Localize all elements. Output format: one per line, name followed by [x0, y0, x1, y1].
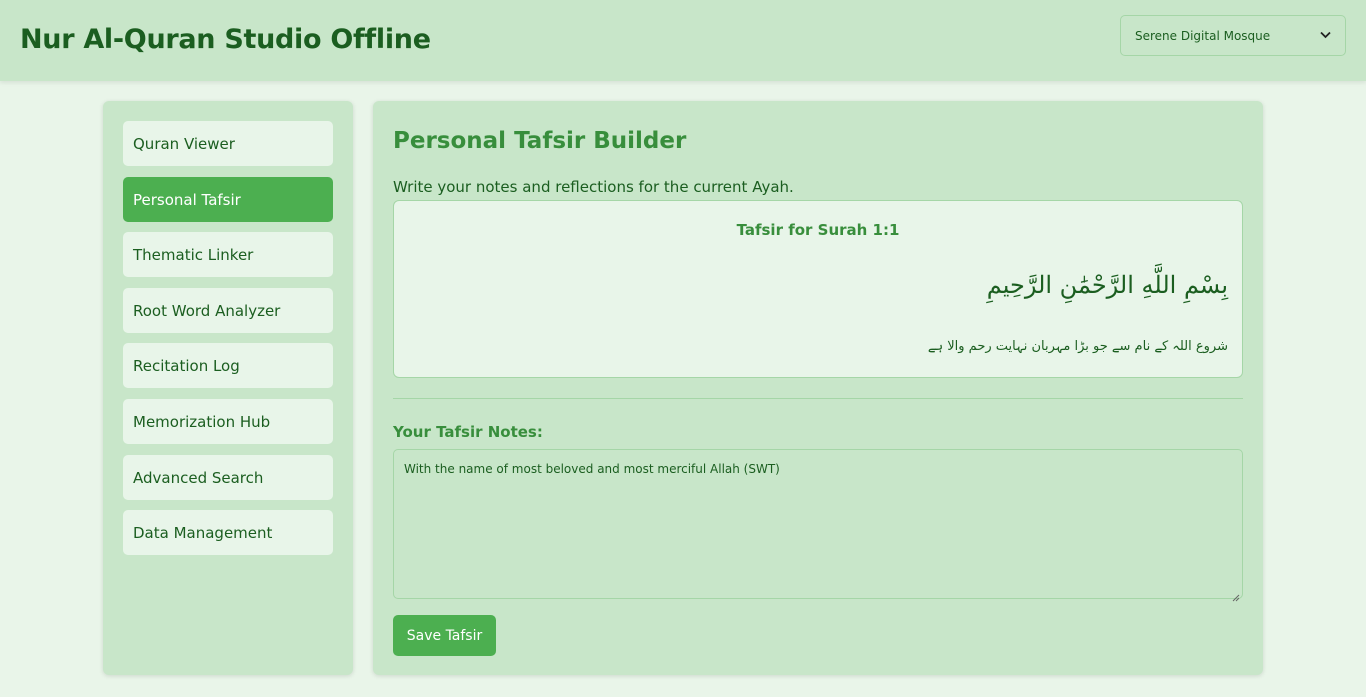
- theme-select[interactable]: Serene Digital Mosque: [1120, 15, 1346, 56]
- sidebar-item-advanced-search[interactable]: Advanced Search: [123, 455, 333, 500]
- tafsir-notes-textarea[interactable]: With the name of most beloved and most m…: [393, 449, 1243, 599]
- sidebar: Quran Viewer Personal Tafsir Thematic Li…: [103, 101, 353, 675]
- divider: [393, 398, 1243, 399]
- app-title: Nur Al-Quran Studio Offline: [20, 24, 431, 55]
- sidebar-item-label: Data Management: [133, 523, 273, 542]
- ayah-heading: Tafsir for Surah 1:1: [736, 221, 900, 239]
- sidebar-item-label: Recitation Log: [133, 356, 240, 375]
- sidebar-item-label: Quran Viewer: [133, 134, 235, 153]
- sidebar-item-thematic-linker[interactable]: Thematic Linker: [123, 232, 333, 277]
- page-intro: Write your notes and reflections for the…: [393, 178, 794, 196]
- sidebar-item-memorization-hub[interactable]: Memorization Hub: [123, 399, 333, 444]
- page-title: Personal Tafsir Builder: [393, 128, 687, 154]
- sidebar-item-root-word-analyzer[interactable]: Root Word Analyzer: [123, 288, 333, 333]
- sidebar-item-recitation-log[interactable]: Recitation Log: [123, 343, 333, 388]
- resize-grip-icon[interactable]: [1231, 587, 1240, 602]
- save-tafsir-button[interactable]: Save Tafsir: [393, 615, 496, 656]
- chevron-down-icon: [1320, 29, 1331, 42]
- ayah-urdu-translation: شروع اللہ کے نام سے جو بڑا مہربان نہایت …: [927, 339, 1228, 354]
- main-panel: Personal Tafsir Builder Write your notes…: [373, 101, 1263, 675]
- sidebar-item-label: Personal Tafsir: [133, 190, 241, 209]
- notes-label: Your Tafsir Notes:: [393, 423, 543, 441]
- sidebar-item-data-management[interactable]: Data Management: [123, 510, 333, 555]
- sidebar-item-label: Root Word Analyzer: [133, 301, 281, 320]
- sidebar-item-label: Memorization Hub: [133, 412, 271, 431]
- app-header: Nur Al-Quran Studio Offline Serene Digit…: [0, 0, 1366, 81]
- theme-select-value: Serene Digital Mosque: [1135, 28, 1271, 43]
- sidebar-item-quran-viewer[interactable]: Quran Viewer: [123, 121, 333, 166]
- sidebar-item-label: Advanced Search: [133, 468, 264, 487]
- sidebar-item-label: Thematic Linker: [133, 245, 254, 264]
- sidebar-item-personal-tafsir[interactable]: Personal Tafsir: [123, 177, 333, 222]
- ayah-card: Tafsir for Surah 1:1 بِسْمِ اللَّهِ الرَ…: [393, 200, 1243, 378]
- ayah-arabic-text: بِسْمِ اللَّهِ الرَّحْمَٰنِ الرَّحِيمِ: [986, 271, 1228, 299]
